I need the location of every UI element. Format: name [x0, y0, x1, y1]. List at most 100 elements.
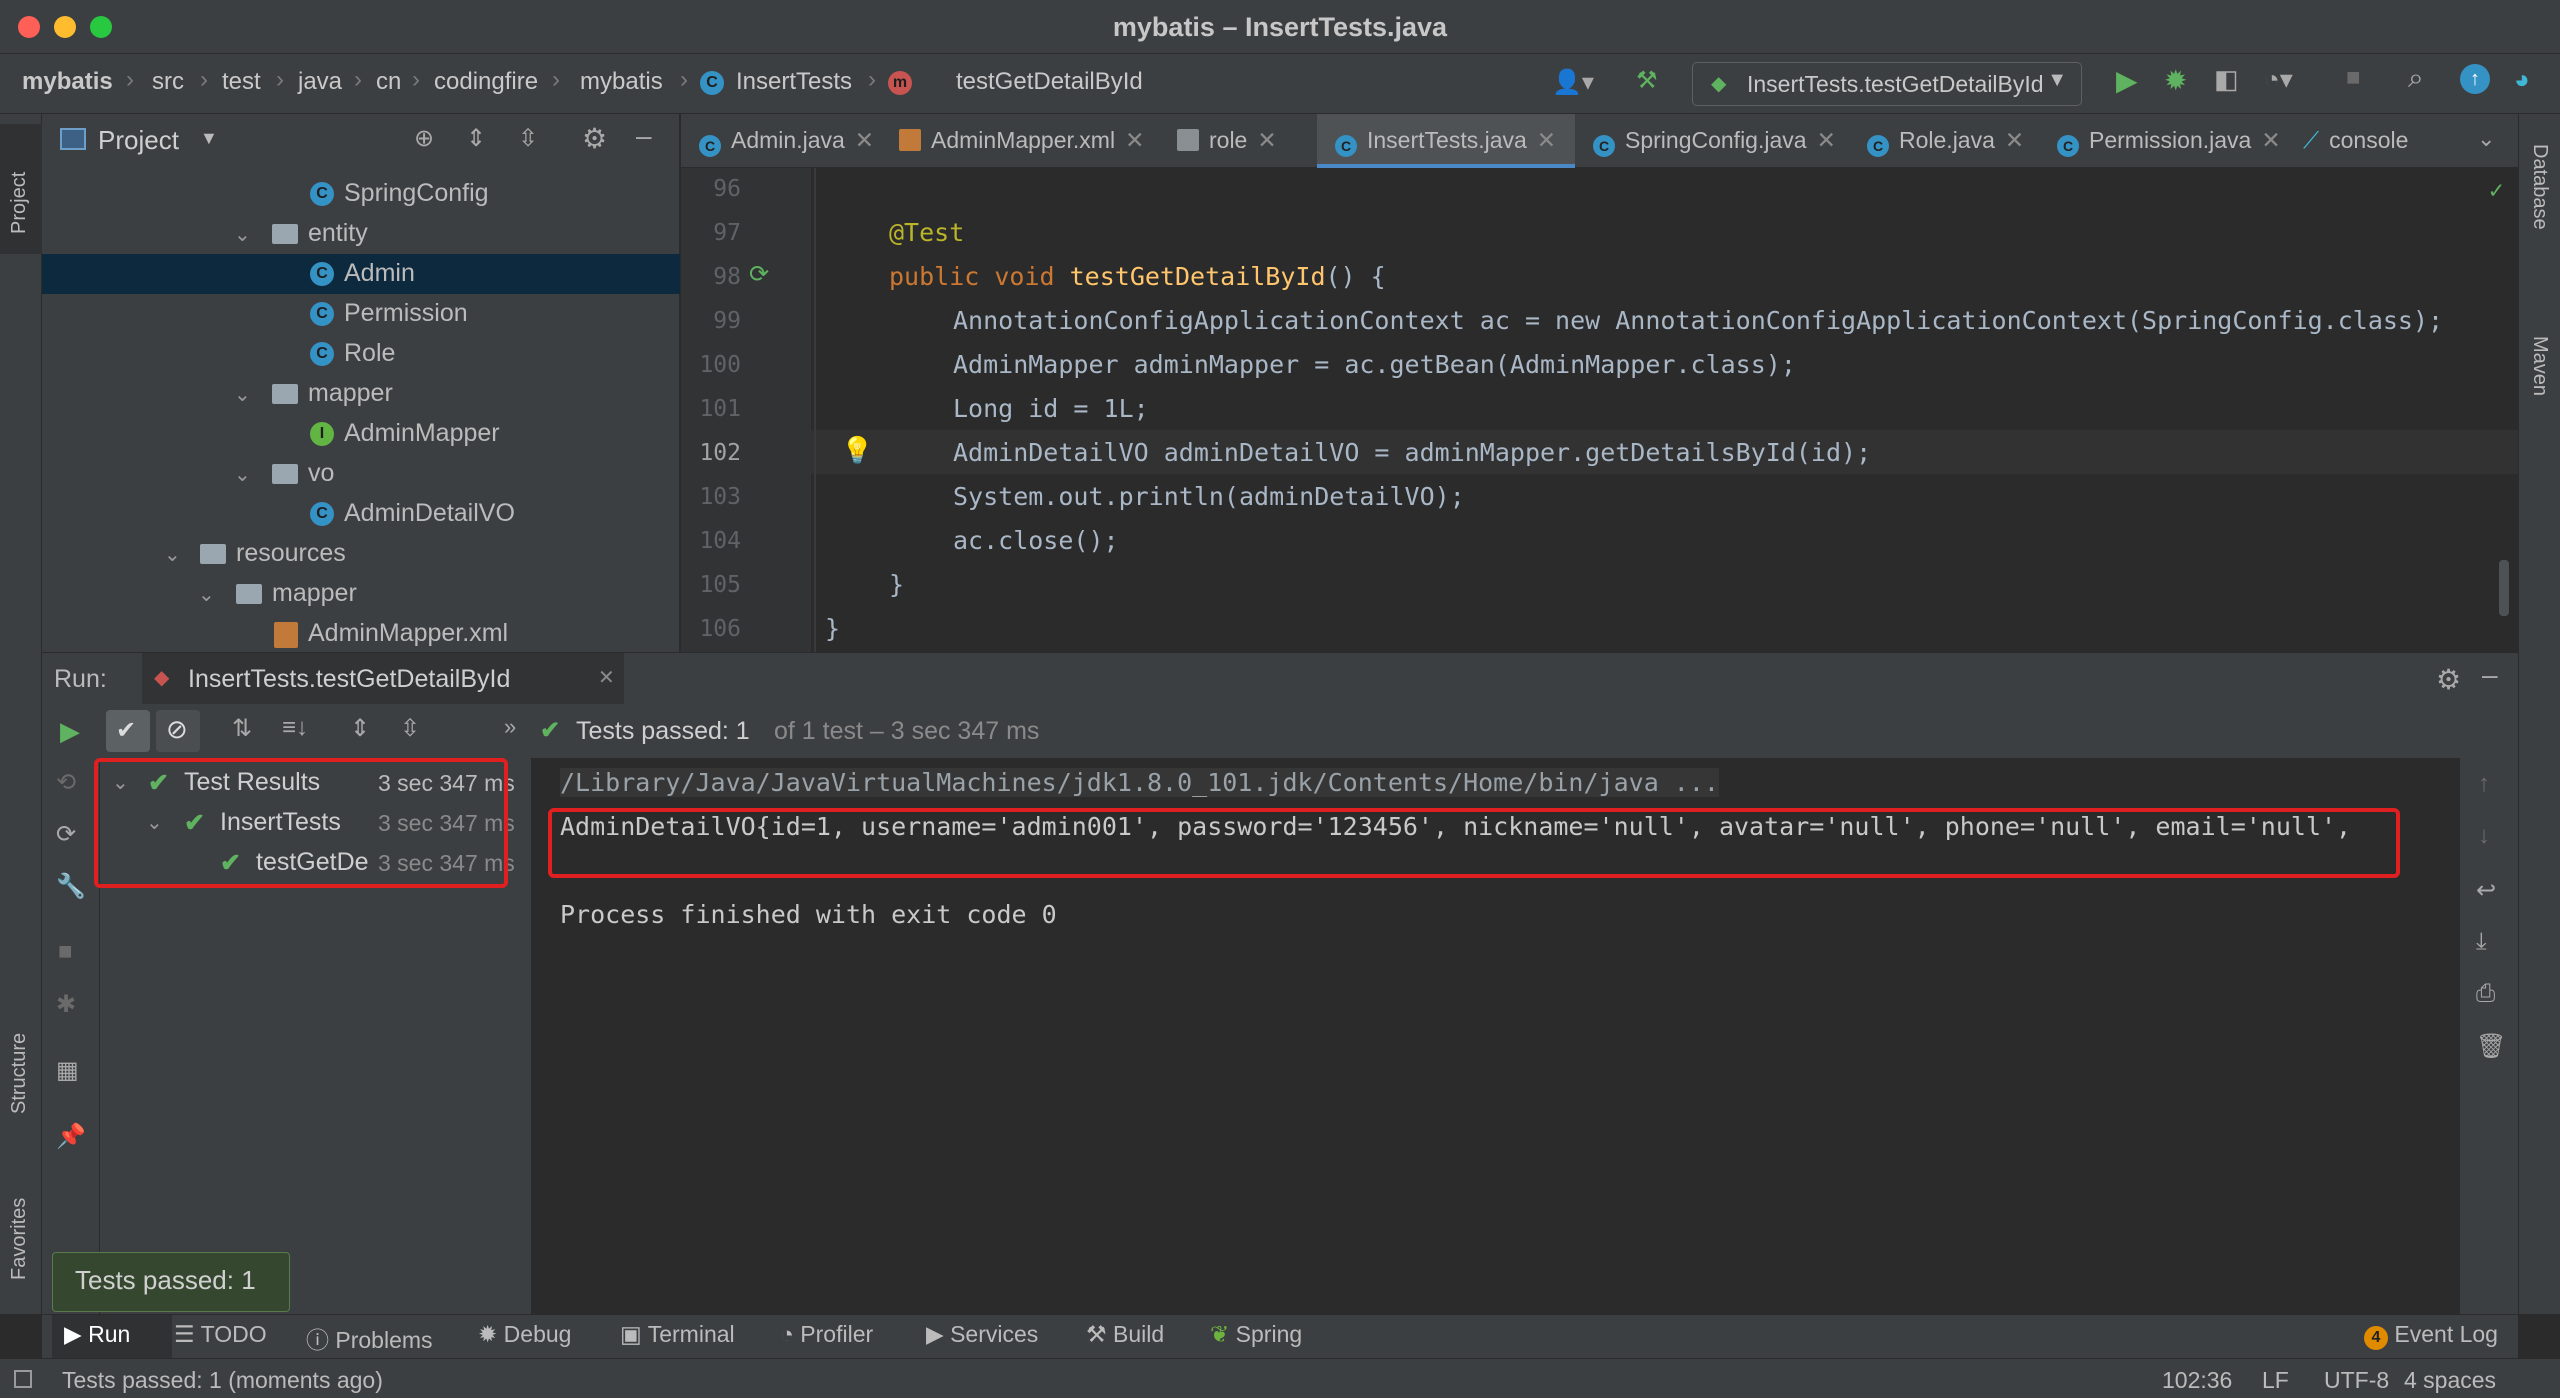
tab-run[interactable]: ▶ Run [64, 1321, 130, 1348]
tab-inserttests-java[interactable]: C InsertTests.java ✕ [1317, 114, 1575, 168]
breadcrumb-item[interactable]: testGetDetailById [956, 68, 1143, 96]
expand-all-icon[interactable]: ⇕ [350, 714, 370, 743]
soft-wrap-icon[interactable]: ↩ [2476, 876, 2496, 905]
tree-item[interactable]: ⌄ mapper [42, 374, 680, 414]
close-icon[interactable]: ✕ [1257, 127, 1276, 153]
trash-icon[interactable]: 🗑 [2476, 1032, 2506, 1061]
close-icon[interactable]: ✕ [1817, 127, 1836, 153]
dump-threads-icon[interactable]: ✱ [56, 990, 76, 1019]
show-passed-toggle[interactable]: ✔ [106, 710, 150, 752]
stop-icon[interactable]: ■ [2346, 64, 2361, 92]
gear-icon[interactable]: ⚙ [582, 122, 607, 155]
chevron-down-icon[interactable]: ⌄ [234, 462, 251, 487]
rerun-failed-icon[interactable]: ⟲ [56, 768, 76, 797]
close-icon[interactable]: ✕ [1537, 127, 1556, 153]
tree-item[interactable]: ⌄ resources [42, 534, 680, 574]
project-view-title[interactable]: Project [98, 125, 179, 156]
gear-icon[interactable]: ⚙ [2436, 663, 2461, 696]
chevron-down-icon[interactable]: ⌄ [164, 542, 181, 567]
chevron-down-icon[interactable]: ⌄ [234, 222, 251, 247]
tab-permission-java[interactable]: C Permission.java ✕ [2039, 114, 2285, 168]
tree-item[interactable]: AdminMapper.xml [42, 614, 680, 652]
favorites-tool-tab[interactable]: Favorites [8, 1198, 31, 1280]
close-icon[interactable]: ✕ [598, 665, 615, 690]
code-editor[interactable]: 96 97 98 99 100 101 102 103 104 105 106 … [681, 168, 2518, 652]
expand-all-icon[interactable]: ⇕ [466, 124, 486, 153]
debug-icon[interactable]: ✹ [2164, 64, 2187, 97]
database-tool-tab[interactable]: Database [2528, 144, 2551, 230]
collapse-all-icon[interactable]: ⇳ [518, 124, 538, 153]
tab-build[interactable]: ⚒ Build [1086, 1321, 1164, 1348]
file-encoding[interactable]: UTF-8 [2324, 1367, 2389, 1394]
search-icon[interactable]: ⌕ [2408, 62, 2424, 95]
run-configuration-selector[interactable]: ◆ InsertTests.testGetDetailById ▼ [1692, 62, 2082, 106]
breadcrumb-item[interactable]: src [152, 68, 184, 96]
project-tool-tab[interactable]: Project [8, 172, 31, 234]
run-test-gutter-icon[interactable]: ⟳ [749, 260, 769, 288]
lightbulb-icon[interactable]: 💡 [841, 436, 873, 466]
tab-role-java[interactable]: C Role.java ✕ [1849, 114, 2039, 168]
show-ignored-toggle[interactable]: ⊘ [156, 710, 200, 752]
layout-icon[interactable]: ▦ [56, 1056, 79, 1085]
minimize-icon[interactable]: – [636, 120, 652, 152]
event-log-button[interactable]: 4 Event Log [2364, 1321, 2498, 1350]
console-output[interactable]: /Library/Java/JavaVirtualMachines/jdk1.8… [533, 758, 2459, 1314]
arrow-down-icon[interactable]: ↓ [2478, 822, 2490, 850]
rerun-icon[interactable]: ▶ [60, 716, 80, 747]
tab-spring[interactable]: ❦ Spring [1210, 1321, 1302, 1348]
tab-terminal[interactable]: ▣ Terminal [620, 1321, 735, 1348]
tree-item[interactable]: ⌄ mapper [42, 574, 680, 614]
toggle-autotest-icon[interactable]: ⟳ [56, 820, 76, 849]
tab-console[interactable]: ⟋ console [2285, 114, 2435, 168]
breadcrumb-item[interactable]: mybatis [22, 68, 113, 96]
indent-setting[interactable]: 4 spaces [2404, 1367, 2496, 1394]
locate-icon[interactable]: ⊕ [414, 124, 434, 153]
close-icon[interactable]: ✕ [855, 127, 874, 153]
breadcrumb-item[interactable]: InsertTests [736, 68, 852, 96]
chevron-down-icon[interactable]: ⌄ [2477, 126, 2495, 152]
more-icon[interactable]: » [504, 714, 516, 740]
tree-item[interactable]: I AdminMapper [42, 414, 680, 454]
caret-position[interactable]: 102:36 [2162, 1367, 2232, 1394]
maven-tool-tab[interactable]: Maven [2528, 336, 2551, 396]
scroll-to-end-icon[interactable]: ⤓ [2476, 928, 2487, 956]
breadcrumb-item[interactable]: codingfire [434, 68, 538, 96]
line-separator[interactable]: LF [2262, 1367, 2289, 1394]
run-tab[interactable]: ◆ InsertTests.testGetDetailById ✕ [142, 653, 624, 705]
stop-icon[interactable]: ■ [58, 938, 73, 966]
collapse-all-icon[interactable]: ⇳ [400, 714, 420, 743]
build-hammer-icon[interactable]: ⚒ [1636, 66, 1658, 95]
close-icon[interactable]: ✕ [1125, 127, 1144, 153]
chevron-down-icon[interactable]: ⌄ [198, 582, 215, 607]
layout-toggle-icon[interactable] [14, 1370, 32, 1388]
update-icon[interactable]: ↑ [2460, 64, 2490, 94]
coverage-icon[interactable]: ◧ [2214, 64, 2239, 95]
status-message[interactable]: Tests passed: 1 (moments ago) [62, 1367, 383, 1394]
tab-problems[interactable]: ⓘ Problems [306, 1321, 433, 1355]
editor-scrollbar[interactable] [2499, 560, 2509, 616]
tree-item[interactable]: C Admin [42, 254, 680, 294]
tab-adminmapper-xml[interactable]: AdminMapper.xml ✕ [881, 114, 1163, 168]
minimize-icon[interactable]: – [2482, 659, 2498, 691]
breadcrumb-item[interactable]: mybatis [580, 68, 663, 96]
tree-item[interactable]: C SpringConfig [42, 174, 680, 214]
sort-duration-icon[interactable]: ≡↓ [282, 714, 308, 742]
structure-tool-tab[interactable]: Structure [8, 1033, 31, 1114]
tree-item[interactable]: ⌄ vo [42, 454, 680, 494]
chevron-down-icon[interactable]: ⌄ [234, 382, 251, 407]
plugin-icon[interactable]: ◕ [2514, 64, 2530, 95]
wrench-icon[interactable]: 🔧 [56, 872, 86, 901]
tree-item[interactable]: C AdminDetailVO [42, 494, 680, 534]
tree-item[interactable]: C Role [42, 334, 680, 374]
arrow-up-icon[interactable]: ↑ [2478, 770, 2490, 798]
user-icon[interactable]: 👤▾ [1552, 68, 1594, 97]
tab-profiler[interactable]: ◔ Profiler [780, 1321, 873, 1348]
run-icon[interactable]: ▶ [2116, 64, 2138, 97]
tree-item[interactable]: ⌄ entity [42, 214, 680, 254]
breadcrumb-item[interactable]: java [298, 68, 342, 96]
tab-role[interactable]: role ✕ [1163, 114, 1297, 168]
tree-item[interactable]: C Permission [42, 294, 680, 334]
tab-services[interactable]: ▶ Services [926, 1321, 1038, 1348]
close-icon[interactable]: ✕ [2005, 127, 2024, 153]
tab-springconfig-java[interactable]: C SpringConfig.java ✕ [1575, 114, 1849, 168]
